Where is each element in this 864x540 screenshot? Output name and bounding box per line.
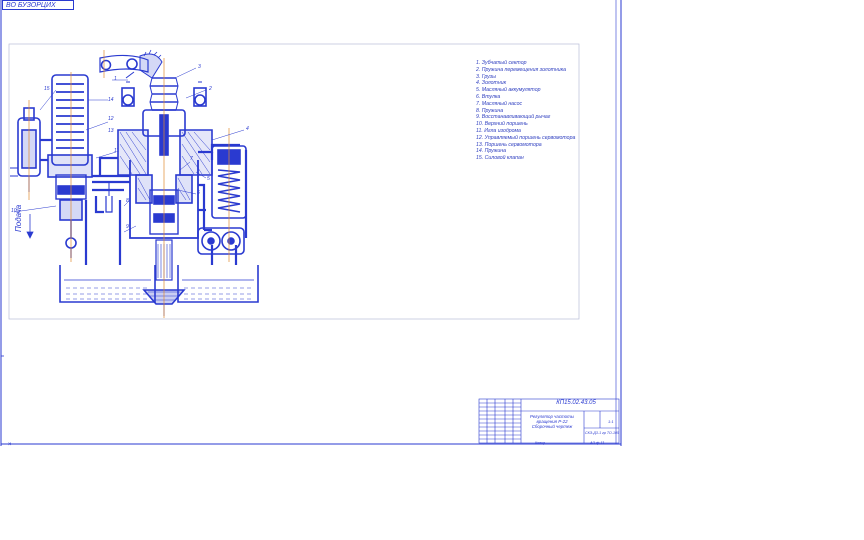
toothed-sector [99,49,163,79]
sheet-stamp: ВО БУЗОРЦИХ [2,0,74,10]
callout-10: 10 [11,208,17,214]
legend-item: 15. Силовой клапан [476,155,524,162]
callout-2: 2 [209,86,212,92]
legend-item: 2. Пружина перемещения золотника [476,66,567,73]
parts-legend: 1. Зубчатый сектор 2. Пружина перемещени… [476,60,586,162]
legend-item: 11. Игла изодрома [476,127,521,134]
legend-item: 6. Втулка [476,93,501,100]
callout-6: 6 [197,190,200,196]
oil-tank-left [59,265,156,303]
legend-item: 13. Поршень сервомотора [476,141,542,148]
drawing-sheet: × [0,0,622,448]
drawing-scale: 1:1 [608,419,614,424]
callout-3: 3 [198,64,201,70]
drawing-organization: СКЭ-Д3-1 гр ТО-105 [585,431,619,435]
isodrome-needle [105,182,113,213]
legend-item: 7. Масляный насос [476,100,523,107]
oil-pump [197,227,245,255]
callout-15: 15 [44,86,50,92]
callout-13: 13 [108,128,114,134]
svg-text:×: × [8,442,12,448]
drawing-format: А3 ф.11 [590,440,605,445]
legend-item: 5. Масляный аккумулятор [476,87,541,94]
power-valve [10,107,41,192]
feed-label: Подача [14,204,23,232]
title-line: Сборочный чертеж [531,424,573,429]
oil-tank-right [177,265,259,303]
legend-item: 10. Верхний поршень [476,121,528,128]
legend-item: 3. Грузы [476,73,496,80]
callout-14: 14 [108,97,114,103]
callout-9: 9 [126,224,129,230]
drawing-title: Регулятор частоты вращения Р-22 Сборочны… [521,414,583,429]
callout-4: 4 [246,126,249,132]
callout-11: 11 [114,148,120,154]
drawing-copy-label: Копир [535,441,546,445]
callout-7: 7 [190,156,193,162]
drawing-code: КП15.02.43.05 [556,400,596,406]
feed-arrow [26,214,34,239]
callout-8: 8 [126,198,129,204]
callout-1: 1 [114,76,117,82]
legend-item: 12. Управляемый поршень сервомотора [476,134,576,141]
callout-5: 5 [207,176,210,182]
legend-item: 1. Зубчатый сектор [476,60,527,66]
callout-12: 12 [108,116,114,122]
